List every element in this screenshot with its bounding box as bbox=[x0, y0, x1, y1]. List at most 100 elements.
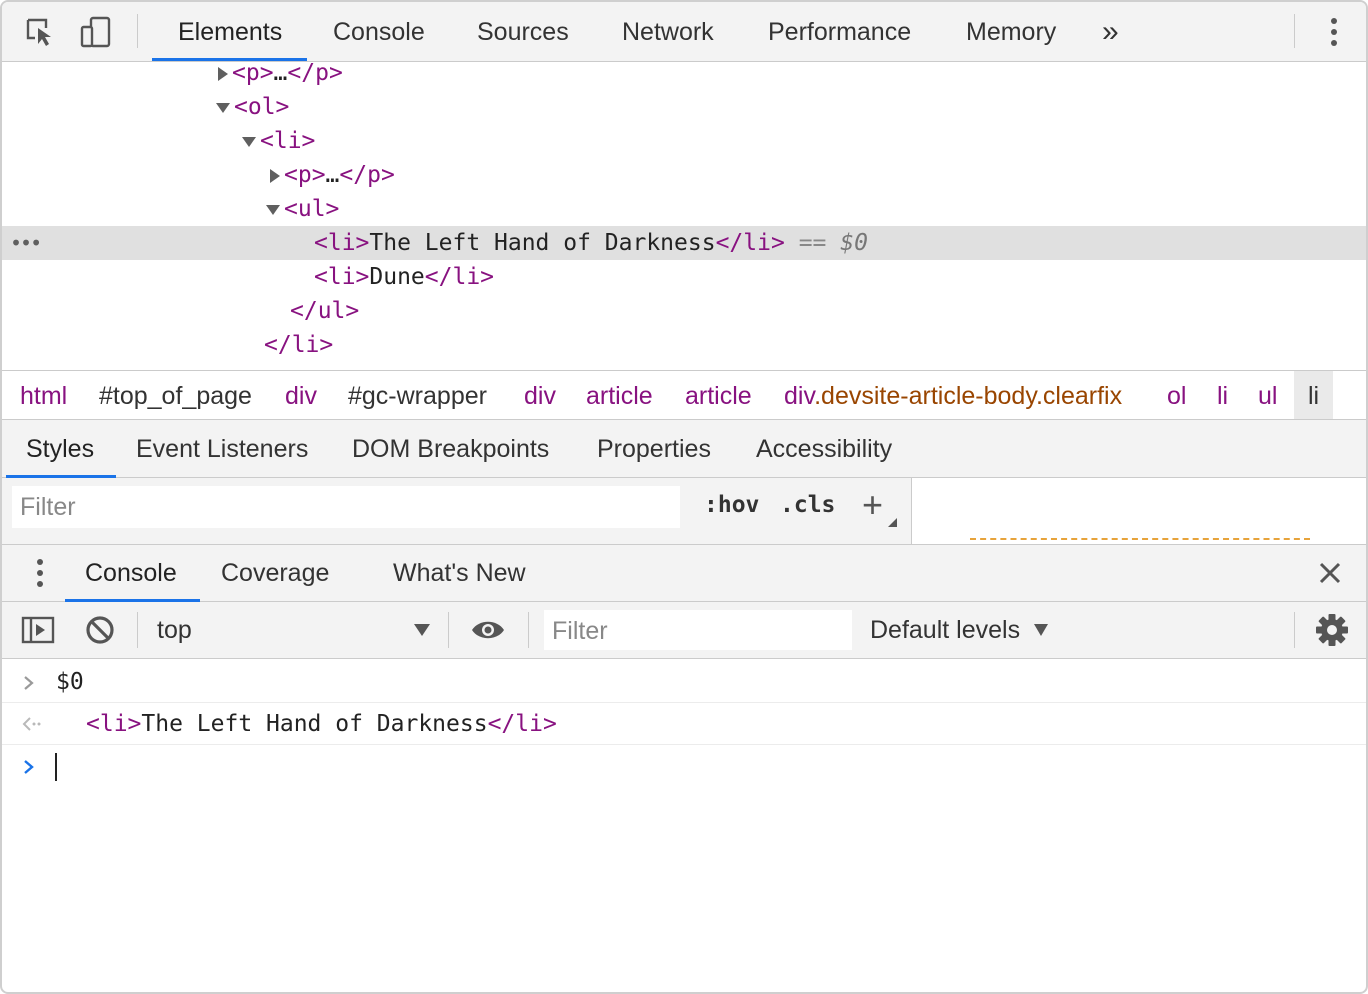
device-toolbar-icon[interactable] bbox=[78, 14, 114, 50]
tag-open: <li> bbox=[314, 230, 370, 256]
tab-event-listeners[interactable]: Event Listeners bbox=[136, 420, 308, 477]
tree-node-li-close[interactable]: </li> bbox=[2, 328, 1366, 362]
tab-performance[interactable]: Performance bbox=[766, 2, 913, 61]
collapsed-ellipsis: … bbox=[325, 162, 340, 188]
inspect-element-icon[interactable] bbox=[22, 14, 58, 50]
crumb-tag: div bbox=[784, 382, 815, 410]
dropdown-arrow-icon[interactable] bbox=[1034, 624, 1048, 636]
drawer-tab-whats-new[interactable]: What's New bbox=[393, 545, 526, 601]
sidebar-toggle-icon[interactable] bbox=[20, 612, 56, 648]
new-style-rule-icon[interactable]: + bbox=[862, 484, 883, 526]
node-text: The Left Hand of Darkness bbox=[369, 230, 716, 256]
crumb-li[interactable]: li bbox=[1217, 371, 1228, 419]
tab-accessibility[interactable]: Accessibility bbox=[756, 420, 892, 477]
toolbar-divider bbox=[448, 612, 449, 648]
tag-open: <li> bbox=[86, 711, 142, 737]
context-selector[interactable]: top bbox=[157, 602, 192, 658]
console-input-text: $0 bbox=[56, 669, 84, 695]
tag-close: </p> bbox=[339, 162, 395, 188]
box-model-outline bbox=[970, 538, 1310, 540]
crumb-ol[interactable]: ol bbox=[1167, 371, 1186, 419]
main-tabbar: Elements Console Sources Network Perform… bbox=[2, 2, 1366, 62]
crumb-gc-wrapper[interactable]: #gc-wrapper bbox=[348, 371, 487, 419]
hover-state-button[interactable]: :hov bbox=[704, 492, 759, 518]
clear-console-icon[interactable] bbox=[82, 612, 118, 648]
console-prompt[interactable] bbox=[2, 745, 1366, 787]
drawer-menu-icon[interactable] bbox=[22, 555, 58, 591]
tab-elements[interactable]: Elements bbox=[176, 2, 284, 61]
crumb-article[interactable]: article bbox=[685, 371, 752, 419]
tree-node-li[interactable]: <li> bbox=[2, 124, 1366, 158]
class-toggle-button[interactable]: .cls bbox=[780, 492, 835, 518]
tree-node-ul-close[interactable]: </ul> bbox=[2, 294, 1366, 328]
tab-styles[interactable]: Styles bbox=[26, 420, 94, 477]
tab-properties[interactable]: Properties bbox=[597, 420, 711, 477]
collapse-triangle-icon[interactable] bbox=[216, 102, 230, 113]
close-drawer-icon[interactable] bbox=[1314, 557, 1346, 589]
crumb-ul[interactable]: ul bbox=[1258, 371, 1277, 419]
tag-close: </li> bbox=[424, 264, 495, 290]
drawer-tab-console[interactable]: Console bbox=[85, 545, 177, 601]
crumb-div[interactable]: div bbox=[524, 371, 556, 419]
expand-triangle-icon[interactable] bbox=[218, 66, 228, 81]
tree-node-ul[interactable]: <ul> bbox=[2, 192, 1366, 226]
console-output: $0 <li>The Left Hand of Darkness</li> bbox=[2, 659, 1366, 992]
tab-network[interactable]: Network bbox=[620, 2, 716, 61]
tag-open: <p> bbox=[232, 62, 274, 86]
collapsed-ellipsis: … bbox=[273, 62, 288, 86]
crumb-li-selected[interactable]: li bbox=[1294, 371, 1334, 419]
toolbar-divider bbox=[1294, 612, 1295, 648]
tag-close: </p> bbox=[287, 62, 343, 86]
gear-icon[interactable] bbox=[1314, 612, 1350, 648]
more-tabs-icon[interactable]: » bbox=[1100, 2, 1121, 61]
dom-tree: <p>…</p> <ol> <li> <p>…</p> <ul> ••• <li… bbox=[2, 62, 1366, 370]
node-text: Dune bbox=[369, 264, 425, 290]
active-tab-indicator bbox=[152, 58, 307, 61]
console-result-line[interactable]: <li>The Left Hand of Darkness</li> bbox=[2, 703, 1366, 745]
drawer-tabbar: Console Coverage What's New bbox=[2, 544, 1366, 602]
result-arrow-icon bbox=[22, 717, 41, 731]
drawer-tab-coverage[interactable]: Coverage bbox=[221, 545, 329, 601]
collapse-triangle-icon[interactable] bbox=[266, 204, 280, 215]
toolbar-divider bbox=[528, 612, 529, 648]
row-menu-dots-icon[interactable]: ••• bbox=[10, 226, 42, 260]
tab-memory[interactable]: Memory bbox=[964, 2, 1058, 61]
live-expression-eye-icon[interactable] bbox=[470, 612, 506, 648]
crumb-html[interactable]: html bbox=[20, 371, 67, 419]
toolbar-divider bbox=[137, 612, 138, 648]
tree-node-li-selected[interactable]: ••• <li>The Left Hand of Darkness</li> =… bbox=[2, 226, 1366, 260]
console-ref: $0 bbox=[840, 230, 868, 256]
collapse-triangle-icon[interactable] bbox=[242, 136, 256, 147]
console-filter-input[interactable]: Filter bbox=[544, 610, 852, 650]
crumb-div[interactable]: div bbox=[285, 371, 317, 419]
toolbar-divider bbox=[1294, 14, 1295, 48]
tag-open: <p> bbox=[284, 162, 326, 188]
crumb-article[interactable]: article bbox=[586, 371, 653, 419]
tag-open: <li> bbox=[260, 128, 316, 154]
tree-node-p[interactable]: <p>…</p> bbox=[2, 158, 1366, 192]
tree-node-ol[interactable]: <ol> bbox=[2, 90, 1366, 124]
tree-node-p[interactable]: <p>…</p> bbox=[2, 62, 1366, 90]
prompt-chevron-icon bbox=[24, 760, 34, 774]
crumb-top-of-page[interactable]: #top_of_page bbox=[99, 371, 252, 419]
console-input-line: $0 bbox=[2, 661, 1366, 703]
equals-sign: == bbox=[798, 230, 827, 256]
tag-close: </li> bbox=[487, 711, 557, 737]
crumb-devsite-article-body[interactable]: div.devsite-article-body.clearfix bbox=[784, 371, 1122, 419]
text-cursor bbox=[55, 753, 57, 781]
menu-corner-icon bbox=[888, 518, 897, 527]
tab-dom-breakpoints[interactable]: DOM Breakpoints bbox=[352, 420, 549, 477]
crumb-class: .devsite-article-body.clearfix bbox=[814, 382, 1123, 410]
tag-open: <ul> bbox=[284, 196, 340, 222]
dropdown-arrow-icon[interactable] bbox=[414, 624, 430, 636]
expand-triangle-icon[interactable] bbox=[270, 168, 280, 183]
toolbar-divider bbox=[137, 14, 138, 48]
log-levels-dropdown[interactable]: Default levels bbox=[870, 602, 1020, 658]
tab-sources[interactable]: Sources bbox=[475, 2, 571, 61]
console-result-value[interactable]: <li>The Left Hand of Darkness</li> bbox=[86, 703, 557, 745]
tab-console[interactable]: Console bbox=[331, 2, 427, 61]
styles-pane-tabbar: Styles Event Listeners DOM Breakpoints P… bbox=[2, 420, 1366, 478]
styles-filter-input[interactable]: Filter bbox=[12, 486, 680, 528]
tree-node-li[interactable]: <li>Dune</li> bbox=[2, 260, 1366, 294]
kebab-menu-icon[interactable] bbox=[1316, 14, 1352, 50]
